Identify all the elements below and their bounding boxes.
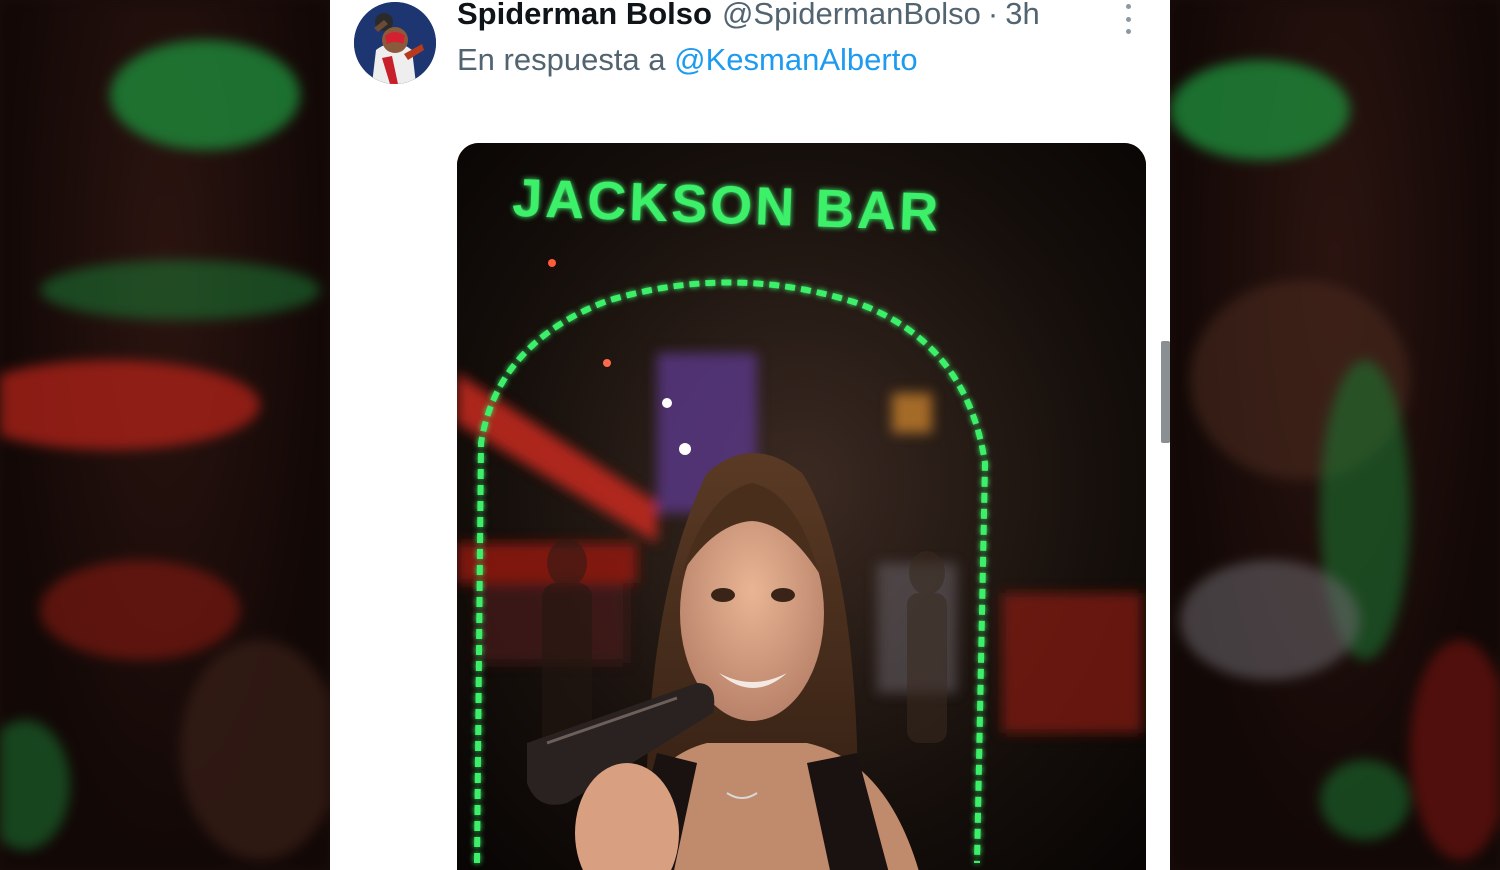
nightclub-photo: JACKSON BAR bbox=[457, 143, 1146, 870]
reply-context: En respuesta a @KesmanAlberto bbox=[457, 42, 918, 78]
tweet-card[interactable]: Spiderman Bolso @SpidermanBolso · 3h En … bbox=[330, 0, 1170, 870]
tweet-media-image[interactable]: JACKSON BAR bbox=[457, 143, 1146, 870]
more-vertical-icon[interactable] bbox=[1118, 4, 1138, 34]
avatar[interactable] bbox=[354, 2, 436, 84]
user-handle[interactable]: @SpidermanBolso bbox=[722, 0, 981, 32]
tweet-header: Spiderman Bolso @SpidermanBolso · 3h bbox=[457, 0, 1040, 36]
blurred-background-right bbox=[1170, 0, 1500, 870]
reply-prefix: En respuesta a bbox=[457, 42, 666, 77]
display-name[interactable]: Spiderman Bolso bbox=[457, 0, 712, 32]
screen: Spiderman Bolso @SpidermanBolso · 3h En … bbox=[0, 0, 1500, 870]
reply-mention-link[interactable]: @KesmanAlberto bbox=[674, 42, 917, 77]
separator-dot: · bbox=[987, 0, 999, 31]
blurred-background-left bbox=[0, 0, 330, 870]
timestamp[interactable]: 3h bbox=[1005, 0, 1039, 32]
scrollbar[interactable] bbox=[1161, 341, 1170, 443]
avatar-image bbox=[354, 2, 436, 84]
